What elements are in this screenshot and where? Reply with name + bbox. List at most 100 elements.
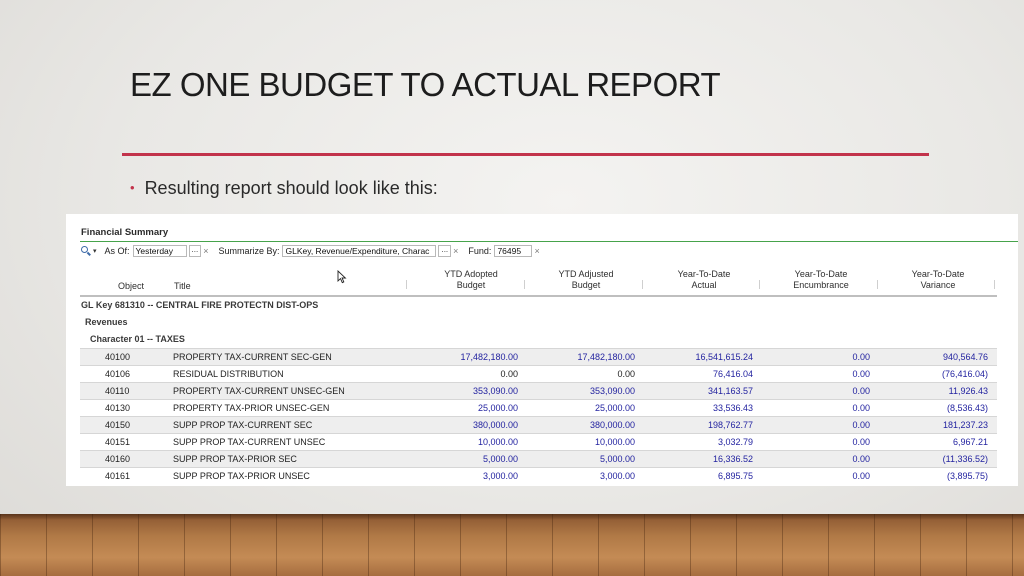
summarize-by-input[interactable]: GLKey, Revenue/Expenditure, Charac — [282, 245, 437, 257]
cell-ytd-variance[interactable]: 6,967.21 — [888, 437, 988, 447]
column-header-ytd-variance[interactable]: Year-To-Date Variance — [888, 269, 988, 291]
column-resize-handle[interactable] — [759, 280, 760, 289]
cell-ytd-actual[interactable]: 33,536.43 — [653, 403, 753, 413]
cell-ytd-encumbrance[interactable]: 0.00 — [770, 454, 870, 464]
column-resize-handle[interactable] — [406, 280, 407, 289]
cell-ytd-encumbrance[interactable]: 0.00 — [770, 369, 870, 379]
slide-title: EZ ONE BUDGET TO ACTUAL REPORT — [130, 66, 721, 103]
cell-ytd-adopted[interactable]: 0.00 — [418, 369, 518, 379]
header-line: Year-To-Date — [911, 269, 965, 279]
cell-ytd-actual[interactable]: 16,541,615.24 — [653, 352, 753, 362]
filter-toolbar: ▾ As Of: Yesterday ... × Summarize By: G… — [80, 245, 550, 257]
column-header-ytd-encumbrance[interactable]: Year-To-Date Encumbrance — [771, 269, 871, 291]
table-row[interactable]: 40160 SUPP PROP TAX-PRIOR SEC 5,000.00 5,00… — [80, 450, 997, 467]
cell-ytd-encumbrance[interactable]: 0.00 — [770, 420, 870, 430]
cell-object: 40106 — [105, 369, 131, 379]
column-resize-handle[interactable] — [524, 280, 525, 289]
header-line: YTD Adjusted — [558, 269, 614, 279]
cell-ytd-adjusted[interactable]: 25,000.00 — [535, 403, 635, 413]
cell-ytd-actual[interactable]: 3,032.79 — [653, 437, 753, 447]
cell-ytd-variance[interactable]: (76,416.04) — [888, 369, 988, 379]
cell-ytd-encumbrance[interactable]: 0.00 — [770, 403, 870, 413]
summarize-by-browse-button[interactable]: ... — [438, 245, 452, 257]
as-of-clear-icon[interactable]: × — [203, 246, 208, 256]
cell-title: SUPP PROP TAX-PRIOR UNSEC — [173, 471, 310, 481]
column-resize-handle[interactable] — [994, 280, 995, 289]
cell-ytd-variance[interactable]: (3,895.75) — [888, 471, 988, 481]
as-of-browse-button[interactable]: ... — [188, 245, 202, 257]
column-header-ytd-adopted[interactable]: YTD Adopted Budget — [421, 269, 521, 291]
as-of-input[interactable]: Yesterday — [132, 245, 187, 257]
revenues-group[interactable]: Revenues — [85, 317, 128, 327]
column-resize-handle[interactable] — [642, 280, 643, 289]
header-divider — [80, 241, 1018, 242]
column-header-object[interactable]: Object — [118, 281, 144, 292]
cell-ytd-adopted[interactable]: 10,000.00 — [418, 437, 518, 447]
cell-object: 40130 — [105, 403, 131, 413]
cell-ytd-adjusted[interactable]: 353,090.00 — [535, 386, 635, 396]
cell-ytd-variance[interactable]: (8,536.43) — [888, 403, 988, 413]
table-row[interactable]: 40110 PROPERTY TAX-CURRENT UNSEC-GEN 353,0… — [80, 382, 997, 399]
table-row[interactable]: 40151 SUPP PROP TAX-CURRENT UNSEC 10,000.0… — [80, 433, 997, 450]
cell-ytd-variance[interactable]: (11,336.52) — [888, 454, 988, 464]
cell-ytd-encumbrance[interactable]: 0.00 — [770, 352, 870, 362]
cell-ytd-adopted[interactable]: 380,000.00 — [418, 420, 518, 430]
table-row[interactable]: 40106 RESIDUAL DISTRIBUTION 0.00 0.00 76,416… — [80, 365, 997, 382]
cell-ytd-adopted[interactable]: 17,482,180.00 — [418, 352, 518, 362]
search-icon[interactable] — [80, 245, 92, 257]
table-row[interactable]: 40161 SUPP PROP TAX-PRIOR UNSEC 3,000.00 3,… — [80, 467, 997, 484]
cell-ytd-adopted[interactable]: 25,000.00 — [418, 403, 518, 413]
fund-label: Fund: — [468, 246, 492, 256]
chevron-down-icon[interactable]: ▾ — [93, 247, 97, 255]
cell-ytd-adopted[interactable]: 353,090.00 — [418, 386, 518, 396]
character-group[interactable]: Character 01 -- TAXES — [90, 334, 185, 344]
column-header-ytd-adjusted[interactable]: YTD Adjusted Budget — [536, 269, 636, 291]
financial-summary-title: Financial Summary — [81, 227, 169, 238]
column-header-ytd-actual[interactable]: Year-To-Date Actual — [654, 269, 754, 291]
cell-ytd-adopted[interactable]: 5,000.00 — [418, 454, 518, 464]
cell-ytd-encumbrance[interactable]: 0.00 — [770, 437, 870, 447]
cell-ytd-adjusted[interactable]: 5,000.00 — [535, 454, 635, 464]
cell-title: SUPP PROP TAX-CURRENT SEC — [173, 420, 313, 430]
cell-ytd-adjusted[interactable]: 17,482,180.00 — [535, 352, 635, 362]
cell-ytd-actual[interactable]: 6,895.75 — [653, 471, 753, 481]
cell-object: 40110 — [105, 386, 130, 396]
column-header-title[interactable]: Title — [174, 281, 191, 292]
cell-ytd-encumbrance[interactable]: 0.00 — [770, 386, 870, 396]
cell-ytd-adopted[interactable]: 3,000.00 — [418, 471, 518, 481]
header-line: Budget — [456, 280, 486, 290]
cell-title: PROPERTY TAX-PRIOR UNSEC-GEN — [173, 403, 330, 413]
cell-ytd-actual[interactable]: 198,762.77 — [653, 420, 753, 430]
cell-title: PROPERTY TAX-CURRENT UNSEC-GEN — [173, 386, 345, 396]
floor-shadow — [0, 514, 1024, 520]
cell-title: SUPP PROP TAX-CURRENT UNSEC — [173, 437, 326, 447]
table-row[interactable]: 40150 SUPP PROP TAX-CURRENT SEC 380,000.00… — [80, 416, 997, 433]
bullet-item: • Resulting report should look like this: — [130, 178, 438, 199]
gl-key-group[interactable]: GL Key 681310 -- CENTRAL FIRE PROTECTN D… — [81, 300, 318, 310]
cell-ytd-actual[interactable]: 76,416.04 — [653, 369, 753, 379]
header-line: Year-To-Date — [794, 269, 848, 279]
cell-ytd-actual[interactable]: 341,163.57 — [653, 386, 753, 396]
bullet-dot-icon: • — [130, 180, 135, 195]
cell-ytd-variance[interactable]: 940,564.76 — [888, 352, 988, 362]
bullet-text: Resulting report should look like this: — [144, 178, 438, 198]
table-row[interactable]: 40100 PROPERTY TAX-CURRENT SEC-GEN 17,482,… — [80, 348, 997, 365]
fund-clear-icon[interactable]: × — [534, 246, 539, 256]
fund-input[interactable]: 76495 — [494, 245, 533, 257]
cell-title: RESIDUAL DISTRIBUTION — [173, 369, 284, 379]
cell-ytd-variance[interactable]: 181,237.23 — [888, 420, 988, 430]
table-row[interactable]: 40130 PROPERTY TAX-PRIOR UNSEC-GEN 25,000.… — [80, 399, 997, 416]
cell-object: 40161 — [105, 471, 131, 481]
summarize-by-clear-icon[interactable]: × — [453, 246, 458, 256]
column-resize-handle[interactable] — [877, 280, 878, 289]
cell-ytd-encumbrance[interactable]: 0.00 — [770, 471, 870, 481]
cell-ytd-actual[interactable]: 16,336.52 — [653, 454, 753, 464]
mouse-cursor-icon — [337, 270, 347, 284]
header-line: Budget — [571, 280, 601, 290]
cell-ytd-variance[interactable]: 11,926.43 — [888, 386, 988, 396]
cell-ytd-adjusted[interactable]: 10,000.00 — [535, 437, 635, 447]
cell-ytd-adjusted[interactable]: 3,000.00 — [535, 471, 635, 481]
cell-ytd-adjusted[interactable]: 0.00 — [535, 369, 635, 379]
cell-ytd-adjusted[interactable]: 380,000.00 — [535, 420, 635, 430]
header-line: Variance — [920, 280, 956, 290]
